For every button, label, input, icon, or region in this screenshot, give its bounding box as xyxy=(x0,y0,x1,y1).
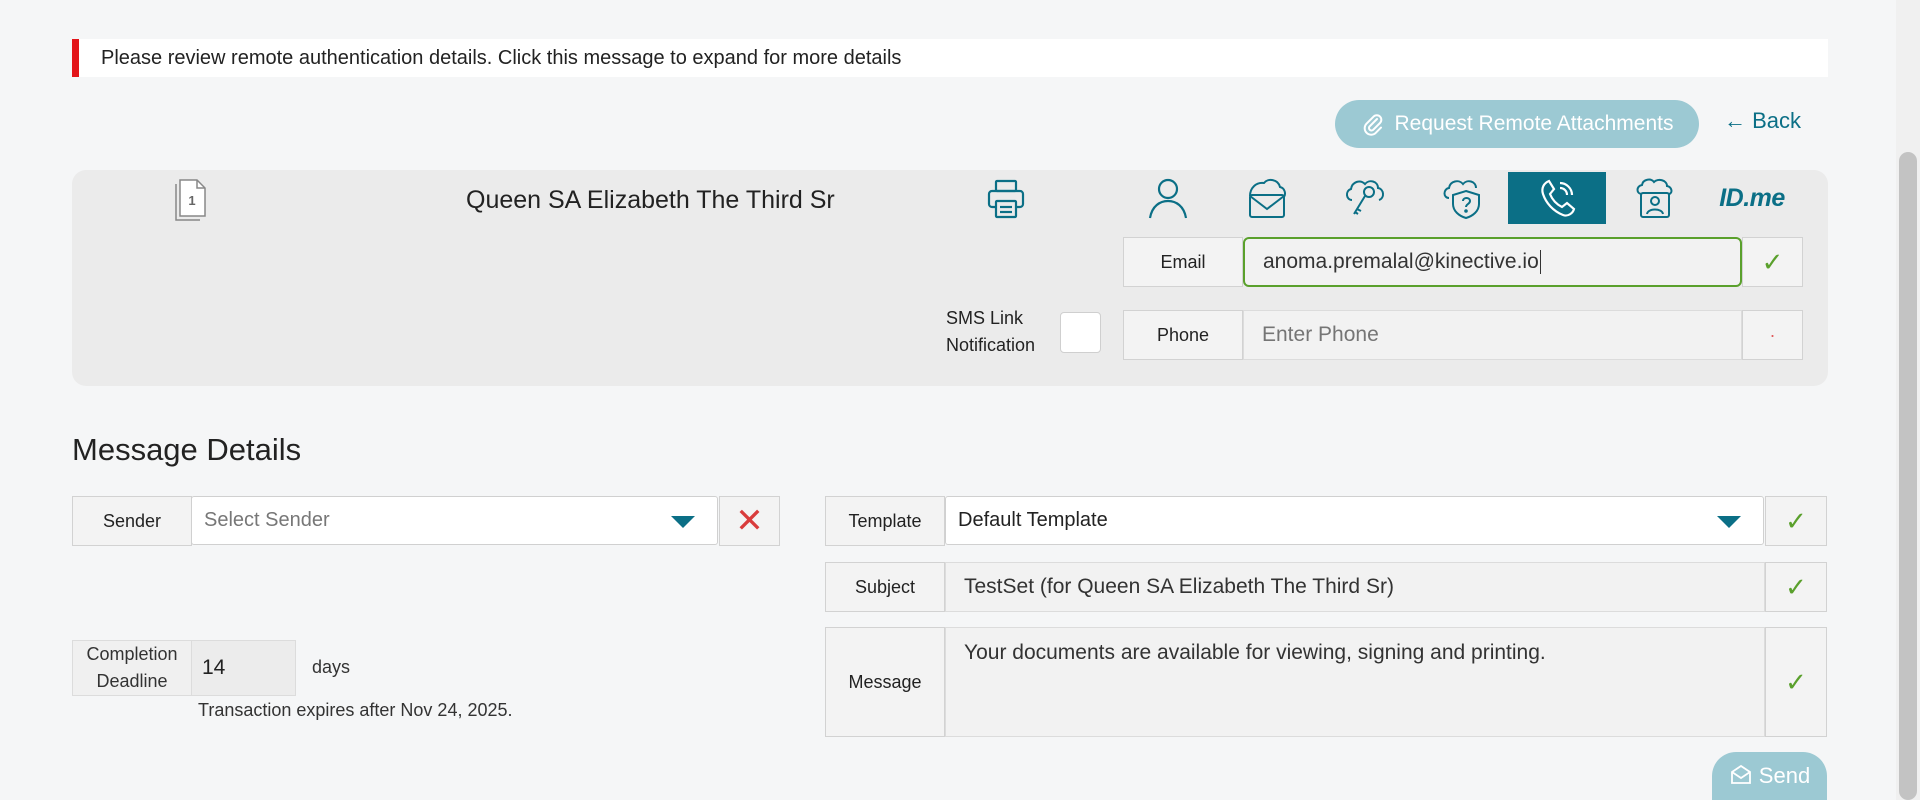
template-label: Template xyxy=(825,496,945,546)
message-textarea[interactable]: Your documents are available for viewing… xyxy=(945,627,1765,737)
document-count-icon[interactable]: 1 xyxy=(173,179,207,221)
sender-placeholder: Select Sender xyxy=(204,509,330,531)
phone-input[interactable] xyxy=(1243,310,1742,360)
email-input[interactable]: anoma.premalal@kinective.io xyxy=(1243,237,1742,287)
text-cursor xyxy=(1539,250,1541,274)
email-status: ✓ xyxy=(1742,237,1803,287)
template-select[interactable]: Default Template xyxy=(945,496,1764,545)
check-icon: ✓ xyxy=(1761,246,1784,277)
subject-input[interactable]: TestSet (for Queen SA Elizabeth The Thir… xyxy=(945,562,1765,612)
send-label: Send xyxy=(1758,763,1811,788)
paperclip-icon xyxy=(1363,114,1382,136)
chevron-down-icon xyxy=(671,515,695,528)
expires-note: Transaction expires after Nov 24, 2025. xyxy=(198,700,513,720)
days-unit: days xyxy=(312,657,351,677)
email-value: anoma.premalal@kinective.io xyxy=(1263,250,1539,273)
message-details-title: Message Details xyxy=(72,432,302,467)
check-icon: ✓ xyxy=(1785,571,1807,602)
chevron-down-icon xyxy=(1717,515,1741,528)
template-status: ✓ xyxy=(1765,496,1827,546)
phone-label: Phone xyxy=(1123,310,1243,360)
template-value: Default Template xyxy=(958,509,1108,531)
print-icon[interactable] xyxy=(986,178,1026,220)
document-count: 1 xyxy=(188,193,195,208)
completion-deadline-label: Completion Deadline xyxy=(72,640,192,696)
sender-select[interactable]: Select Sender xyxy=(191,496,718,545)
scrollbar-thumb[interactable] xyxy=(1899,152,1917,800)
cloud-key-icon[interactable] xyxy=(1315,172,1413,224)
shield-question-icon[interactable] xyxy=(1413,172,1511,224)
send-icon xyxy=(1730,764,1751,784)
check-icon: ✓ xyxy=(1785,666,1807,697)
email-label: Email xyxy=(1123,237,1243,287)
sms-link-notification-label: SMS Link Notification xyxy=(946,308,1036,355)
subject-status: ✓ xyxy=(1765,562,1827,612)
idme-logo[interactable]: ID.me xyxy=(1703,172,1801,224)
message-status: ✓ xyxy=(1765,627,1827,737)
request-remote-attachments-label: Request Remote Attachments xyxy=(1394,112,1674,135)
email-auth-icon[interactable] xyxy=(1217,172,1315,224)
completion-deadline-input[interactable]: 14 xyxy=(191,640,296,696)
send-button[interactable]: Send xyxy=(1712,752,1827,800)
phone-auth-icon[interactable] xyxy=(1508,172,1606,224)
id-card-icon[interactable] xyxy=(1605,172,1703,224)
close-icon: ✕ xyxy=(735,502,764,540)
request-remote-attachments-button[interactable]: Request Remote Attachments xyxy=(1335,100,1699,148)
recipient-name: Queen SA Elizabeth The Third Sr xyxy=(466,186,835,214)
person-auth-icon[interactable] xyxy=(1119,172,1217,224)
sms-link-notification-checkbox[interactable] xyxy=(1060,312,1101,353)
check-icon: ✓ xyxy=(1785,505,1807,536)
idme-label: ID.me xyxy=(1719,183,1785,212)
sender-label: Sender xyxy=(72,496,192,546)
back-link[interactable]: ← Back xyxy=(1724,108,1801,134)
sender-clear-button[interactable]: ✕ xyxy=(719,496,780,546)
subject-label: Subject xyxy=(825,562,945,612)
message-label: Message xyxy=(825,627,945,737)
required-dot-icon: · xyxy=(1769,325,1776,345)
alert-banner[interactable]: Please review remote authentication deta… xyxy=(72,39,1828,77)
phone-status: · xyxy=(1742,310,1803,360)
